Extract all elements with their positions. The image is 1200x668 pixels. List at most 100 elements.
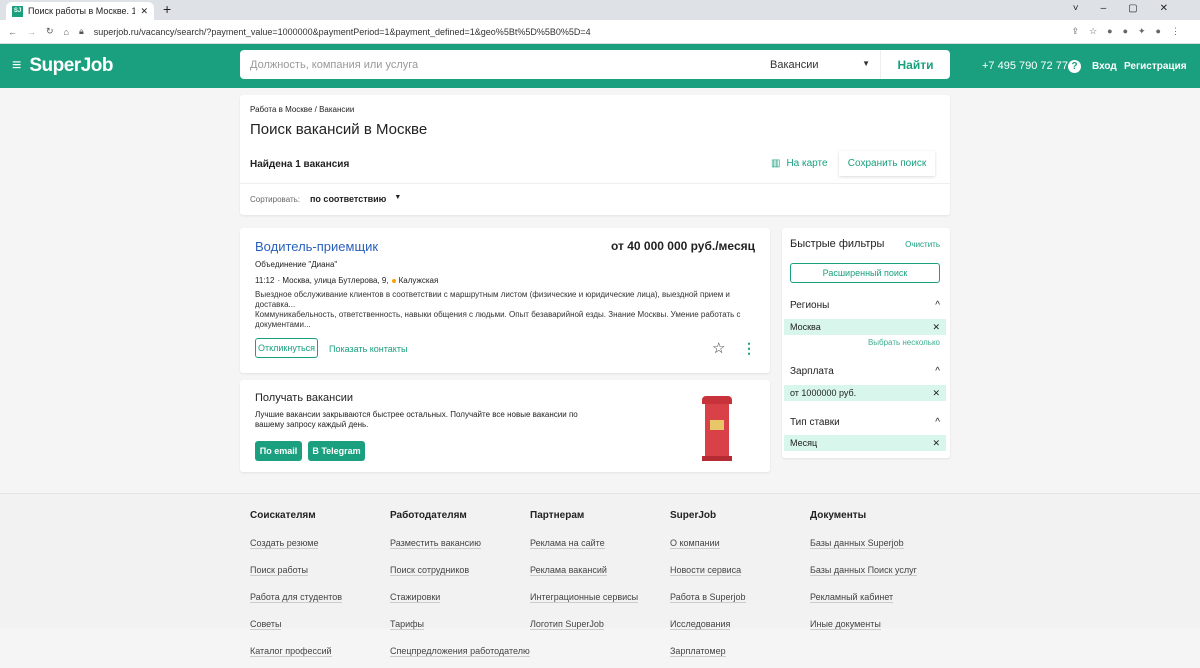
remove-icon[interactable]: ✕ <box>932 388 940 399</box>
regions-title: Регионы <box>790 300 830 311</box>
map-label: На карте <box>786 158 828 169</box>
divider <box>240 183 950 184</box>
footer-column: Партнерам Реклама на сайте Реклама ваканси… <box>530 510 639 641</box>
search-type-select[interactable]: Вакансии ▼ <box>770 59 880 71</box>
footer-column-title: Документы <box>810 510 867 521</box>
home-icon[interactable]: ⌂ <box>64 27 69 37</box>
email-subscribe-button[interactable]: По email <box>255 441 302 461</box>
company-link[interactable]: Объединение "Диана" <box>255 260 337 269</box>
telegram-subscribe-button[interactable]: В Telegram <box>308 441 365 461</box>
phone[interactable]: +7 495 790 72 77 <box>982 60 1068 72</box>
footer-link[interactable]: Создать резюме <box>250 538 319 549</box>
address-bar: ← → ↻ ⌂ 🔒︎ superjob.ru/vacancy/search/?p… <box>0 20 1200 44</box>
footer-link[interactable]: Логотип SuperJob <box>530 619 604 630</box>
sort-select[interactable]: по соответствию ▼ <box>310 194 401 204</box>
more-options-icon[interactable]: ⋮ <box>742 340 756 357</box>
footer-link[interactable]: Поиск сотрудников <box>390 565 470 576</box>
menu-icon[interactable]: ≡ <box>12 57 21 75</box>
extension-icons[interactable]: ⇪☆●●✦●⋮ <box>1072 26 1190 37</box>
reload-icon[interactable]: ↻ <box>46 26 54 37</box>
footer-link[interactable]: Каталог профессий <box>250 646 332 657</box>
caret-down-icon: ▼ <box>394 194 402 201</box>
footer-link[interactable]: Стажировки <box>390 592 441 603</box>
vacancy-card: Водитель-приемщик от 40 000 000 руб./мес… <box>240 228 770 373</box>
footer-column: Соискателям Создать резюме Поиск работы Раб… <box>250 510 343 668</box>
search-type-value: Вакансии <box>770 58 819 71</box>
search-bar: Должность, компания или услуга Вакансии ▼… <box>240 50 950 79</box>
rate-value: Месяц <box>790 438 818 448</box>
footer-link[interactable]: Реклама на сайте <box>530 538 605 549</box>
back-icon[interactable]: ← <box>8 27 17 37</box>
search-input[interactable]: Должность, компания или услуга <box>250 59 770 71</box>
footer-link[interactable]: Базы данных Поиск услуг <box>810 565 917 576</box>
favicon-icon: SJ <box>12 5 23 17</box>
subscribe-text: Лучшие вакансии закрываются быстрее оста… <box>255 410 578 429</box>
new-tab-icon[interactable]: + <box>163 1 171 17</box>
footer-link[interactable]: Поиск работы <box>250 565 309 576</box>
results-header-card: Работа в Москве / Вакансии Поиск ваканси… <box>240 95 950 215</box>
footer-column-title: Партнерам <box>530 510 585 521</box>
vacancy-title-link[interactable]: Водитель-приемщик <box>255 239 378 254</box>
footer-link[interactable]: О компании <box>670 538 720 549</box>
address: · Москва, улица Бутлерова, 9, <box>277 276 389 285</box>
rate-section-header[interactable]: Тип ставки ^ <box>790 417 940 428</box>
url-input[interactable]: superjob.ru/vacancy/search/?payment_valu… <box>94 27 591 37</box>
footer-link[interactable]: Базы данных Superjob <box>810 538 904 549</box>
logo[interactable]: SuperJob <box>29 55 113 77</box>
published-time: 11:12 <box>255 276 275 285</box>
help-icon[interactable]: ? <box>1068 59 1081 73</box>
window-controls[interactable]: ˅–▢✕ <box>1073 3 1190 14</box>
lock-icon: 🔒︎ <box>78 26 84 36</box>
footer-link[interactable]: Рекламный кабинет <box>810 592 894 603</box>
subscribe-title: Получать вакансии <box>255 392 354 404</box>
footer-column-title: Соискателям <box>250 510 316 521</box>
vacancy-salary: от 40 000 000 руб./месяц <box>610 239 755 253</box>
footer-link[interactable]: Тарифы <box>390 619 425 630</box>
respond-button[interactable]: Откликнуться <box>255 338 318 358</box>
advanced-search-button[interactable]: Расширенный поиск <box>790 263 940 283</box>
browser-tab[interactable]: SJ Поиск работы в Москве. 1 вакс ✕ <box>6 2 154 20</box>
login-link[interactable]: Вход <box>1092 61 1117 72</box>
show-contacts-link[interactable]: Показать контакты <box>329 344 407 354</box>
salary-section-header[interactable]: Зарплата ^ <box>790 366 940 377</box>
choose-multiple-link[interactable]: Выбрать несколько <box>868 338 940 347</box>
footer-column: SuperJob О компании Новости сервиса Работа … <box>670 510 746 668</box>
footer-link[interactable]: Работа для студентов <box>250 592 343 603</box>
footer-link[interactable]: Новости сервиса <box>670 565 742 576</box>
filters-title: Быстрые фильтры <box>790 238 885 250</box>
sort-label: Сортировать: <box>250 195 301 204</box>
footer-link[interactable]: Работа в Superjob <box>670 592 746 603</box>
footer-column: Документы Базы данных Superjob Базы данных… <box>810 510 917 641</box>
clear-filters-link[interactable]: Очистить <box>905 240 940 249</box>
map-icon: ▥ <box>771 158 781 169</box>
register-link[interactable]: Регистрация <box>1124 61 1187 72</box>
chevron-up-icon: ^ <box>935 417 940 428</box>
subscribe-card: Получать вакансии Лучшие вакансии закрыв… <box>240 380 770 472</box>
chevron-up-icon: ^ <box>935 300 940 311</box>
remove-icon[interactable]: ✕ <box>932 322 940 333</box>
close-tab-icon[interactable]: ✕ <box>140 6 148 17</box>
footer-link[interactable]: Разместить вакансию <box>390 538 481 549</box>
save-search-button[interactable]: Сохранить поиск <box>839 151 935 176</box>
footer-link[interactable]: Зарплатомер <box>670 646 726 657</box>
forward-icon[interactable]: → <box>27 27 36 37</box>
footer-link[interactable]: Спецпредложения работодателю <box>390 646 530 657</box>
salary-title: Зарплата <box>790 366 834 377</box>
remove-icon[interactable]: ✕ <box>932 438 940 449</box>
search-button[interactable]: Найти <box>880 50 950 79</box>
map-button[interactable]: ▥ На карте <box>771 158 828 169</box>
breadcrumb[interactable]: Работа в Москве / Вакансии <box>250 105 354 114</box>
rate-chip: Месяц ✕ <box>784 435 946 451</box>
favorite-star-icon[interactable]: ☆ <box>712 339 725 357</box>
footer-link[interactable]: Иные документы <box>810 619 881 630</box>
footer-link[interactable]: Реклама вакансий <box>530 565 607 576</box>
metro-icon <box>391 278 396 283</box>
sort-value: по соответствию <box>310 194 387 204</box>
footer-link[interactable]: Интеграционные сервисы <box>530 592 639 603</box>
browser-tab-bar: SJ Поиск работы в Москве. 1 вакс ✕ + ˅–▢… <box>0 0 1200 20</box>
footer-link[interactable]: Исследования <box>670 619 731 630</box>
found-count: Найдена 1 вакансия <box>250 159 350 170</box>
regions-section-header[interactable]: Регионы ^ <box>790 300 940 311</box>
footer-link[interactable]: Советы <box>250 619 282 630</box>
tab-title: Поиск работы в Москве. 1 вакс <box>28 6 136 16</box>
